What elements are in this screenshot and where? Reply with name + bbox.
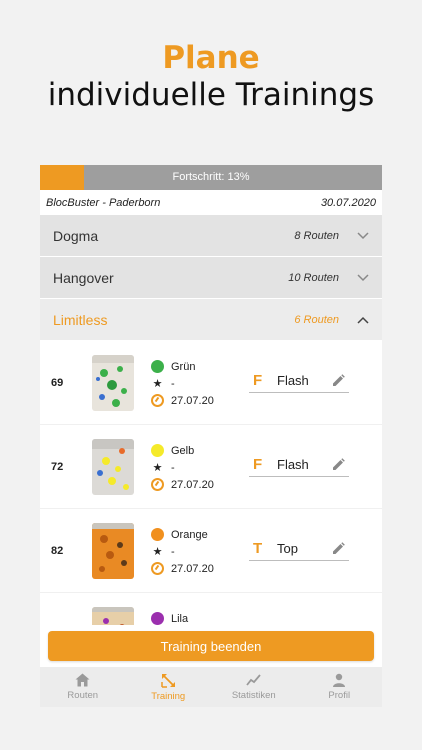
tab-label: Routen	[67, 690, 99, 701]
route-color-dot	[151, 360, 164, 373]
route-color-dot	[151, 612, 164, 625]
star-icon: ★	[152, 546, 163, 558]
group-hangover[interactable]: Hangover 10 Routen	[40, 257, 382, 298]
group-limitless[interactable]: Limitless 6 Routen	[40, 299, 382, 340]
ascent-letter: F	[253, 372, 263, 389]
route-date: 27.07.20	[171, 562, 214, 575]
expand-arrows-icon	[161, 673, 175, 688]
chart-line-icon	[246, 674, 261, 686]
star-icon: ★	[152, 378, 163, 390]
person-icon	[333, 673, 346, 687]
ascent-field[interactable]: F Flash	[249, 369, 349, 393]
route-color-name: Orange	[171, 528, 208, 541]
tab-profil[interactable]: Profil	[297, 667, 383, 707]
group-route-count: 10 Routen	[288, 271, 339, 284]
route-rating: -	[171, 461, 175, 474]
route-color-dot	[151, 444, 164, 457]
route-color-name: Lila	[171, 612, 189, 625]
gym-info-row: BlocBuster - Paderborn 30.07.2020	[40, 190, 382, 215]
route-row[interactable]: 82 Orange ★ - 27.07.20 T Top	[40, 509, 382, 593]
ascent-letter: F	[253, 456, 263, 473]
chevron-down-icon	[357, 230, 369, 242]
route-color-name: Gelb	[171, 444, 195, 457]
group-dogma[interactable]: Dogma 8 Routen	[40, 215, 382, 256]
group-route-count: 6 Routen	[294, 313, 339, 326]
edit-pencil-icon[interactable]	[331, 542, 345, 556]
route-photo	[92, 439, 134, 495]
ascent-field[interactable]: F Flash	[249, 453, 349, 477]
group-name: Dogma	[53, 227, 99, 244]
route-date: 27.07.20	[171, 394, 214, 407]
progress-bar: Fortschritt: 13%	[40, 165, 382, 190]
progress-label: Fortschritt: 13%	[172, 171, 250, 183]
tab-label: Profil	[328, 690, 351, 701]
gym-name: BlocBuster - Paderborn	[46, 196, 161, 209]
clock-icon	[151, 394, 164, 407]
star-icon: ★	[152, 462, 163, 474]
tab-training[interactable]: Training	[126, 667, 212, 707]
group-name: Limitless	[53, 311, 108, 328]
route-row[interactable]: 72 Gelb ★ - 27.07.20 F Flash	[40, 425, 382, 509]
chevron-up-icon	[357, 314, 369, 326]
route-photo	[92, 523, 134, 579]
route-row[interactable]: 69 Grün ★ - 27.07.20 F Flash	[40, 341, 382, 425]
ascent-type: Top	[277, 541, 298, 556]
route-color-name: Grün	[171, 360, 196, 373]
group-name: Hangover	[53, 269, 114, 286]
session-date: 30.07.2020	[320, 196, 376, 209]
ascent-type: Flash	[277, 457, 309, 472]
chevron-down-icon	[357, 272, 369, 284]
group-route-count: 8 Routen	[294, 229, 339, 242]
route-date: 27.07.20	[171, 478, 214, 491]
route-number: 82	[51, 545, 64, 557]
home-icon	[75, 673, 90, 687]
edit-pencil-icon[interactable]	[331, 458, 345, 472]
hero-subtitle: individuelle Trainings	[47, 77, 375, 113]
route-rating: -	[171, 377, 175, 390]
route-info: Gelb ★ - 27.07.20	[151, 442, 214, 493]
route-photo	[92, 355, 134, 411]
clock-icon	[151, 478, 164, 491]
app-screen: Fortschritt: 13% BlocBuster - Paderborn …	[40, 165, 382, 707]
route-rating: -	[171, 545, 175, 558]
tab-bar: Routen Training Statistiken Profil	[40, 667, 382, 707]
hero: Plane individuelle Trainings	[0, 40, 422, 114]
finish-training-button[interactable]: Training beenden	[48, 631, 374, 661]
route-number: 72	[51, 461, 64, 473]
ascent-type: Flash	[277, 373, 309, 388]
route-number: 69	[51, 377, 64, 389]
tab-label: Statistiken	[231, 690, 276, 701]
route-info: Orange ★ - 27.07.20	[151, 526, 214, 577]
route-info: Grün ★ - 27.07.20	[151, 358, 214, 409]
finish-area: Training beenden	[40, 625, 382, 667]
clock-icon	[151, 562, 164, 575]
tab-statistiken[interactable]: Statistiken	[211, 667, 297, 707]
hero-title: Plane	[162, 40, 260, 76]
tab-routen[interactable]: Routen	[40, 667, 126, 707]
edit-pencil-icon[interactable]	[331, 374, 345, 388]
ascent-letter: T	[253, 540, 263, 557]
route-color-dot	[151, 528, 164, 541]
ascent-field[interactable]: T Top	[249, 537, 349, 561]
tab-label: Training	[151, 690, 186, 702]
